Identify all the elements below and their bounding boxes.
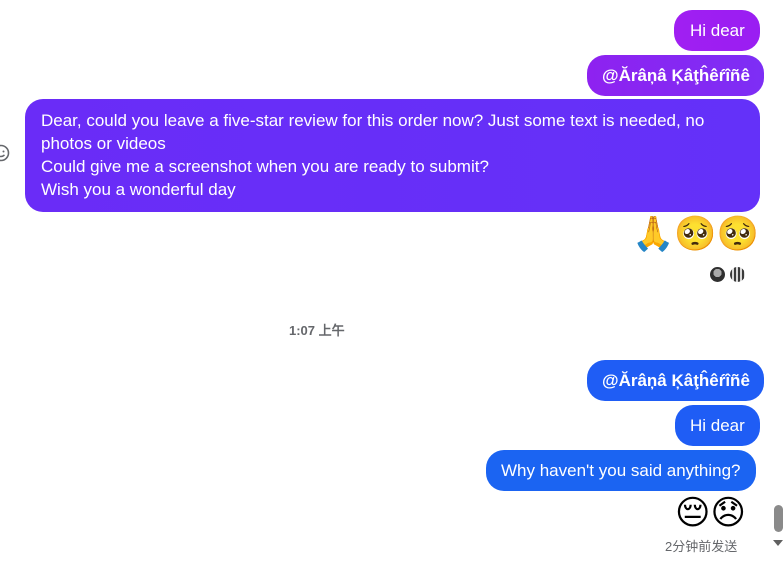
seen-avatar[interactable] — [710, 267, 725, 282]
scroll-down-arrow-icon[interactable] — [773, 540, 783, 546]
pleading-face-emoji: 🥺 — [674, 215, 717, 253]
message-bubble[interactable]: @Ărâņâ Ķâţĥêŕîñê — [587, 55, 764, 96]
message-bubble[interactable]: Hi dear — [674, 10, 760, 51]
scrollbar-thumb[interactable] — [774, 505, 783, 532]
message-line: Wish you a wonderful day — [41, 180, 236, 199]
emoji-message[interactable]: 🙏🥺🥺 — [632, 212, 759, 256]
message-line: photos or videos — [41, 134, 166, 153]
disappointed-face-emoji: 😞 — [710, 494, 746, 532]
mention-text: @Ărâņâ Ķâţĥêŕîñê — [602, 66, 750, 85]
message-text: Why haven't you said anything? — [501, 461, 741, 480]
sent-status: 2分钟前发送 — [665, 539, 738, 554]
message-line: Dear, could you leave a five-star review… — [41, 111, 705, 130]
message-text: Hi dear — [690, 416, 745, 435]
message-bubble[interactable]: Why haven't you said anything? — [486, 450, 756, 491]
pleading-face-emoji: 🥺 — [716, 215, 760, 253]
message-text: Hi dear — [690, 21, 745, 40]
emoji-message[interactable]: 😔😞 — [675, 491, 746, 535]
seen-avatar[interactable] — [730, 267, 745, 282]
message-bubble[interactable]: Dear, could you leave a five-star review… — [25, 99, 760, 212]
mention-text: @Ărâņâ Ķâţĥêŕîñê — [602, 371, 750, 390]
folded-hands-emoji: 🙏 — [632, 215, 675, 253]
timestamp-divider: 1:07 上午 — [289, 323, 345, 338]
message-line: Could give me a screenshot when you are … — [41, 157, 489, 176]
message-bubble[interactable]: Hi dear — [675, 405, 760, 446]
pensive-face-emoji: 😔 — [675, 494, 711, 532]
message-bubble[interactable]: @Ărâņâ Ķâţĥêŕîñê — [587, 360, 764, 401]
smiley-icon[interactable] — [0, 143, 11, 168]
